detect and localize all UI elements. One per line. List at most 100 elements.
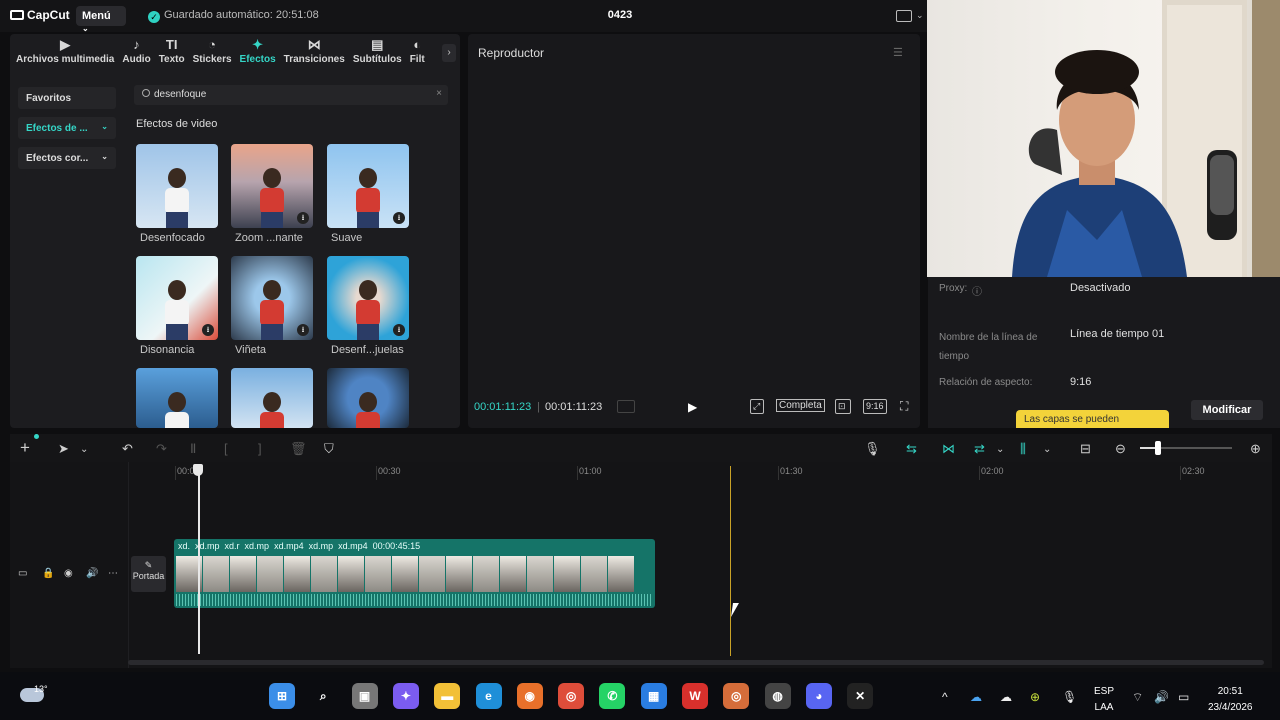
store-icon[interactable]: ▦ <box>640 683 667 709</box>
onedrive-icon[interactable]: ☁ <box>970 690 982 704</box>
cover-button[interactable]: ✎ Portada <box>131 556 166 592</box>
crop-icon[interactable]: ⤢ <box>750 399 764 414</box>
volume-icon[interactable]: 🔊 <box>1154 690 1169 704</box>
sidebar-item[interactable]: Efectos cor... ⌄ <box>18 147 116 169</box>
microphone-icon[interactable]: 🎙 <box>864 441 881 457</box>
task-view-icon[interactable]: ▣ <box>351 683 378 709</box>
add-track-icon[interactable]: + <box>20 438 30 458</box>
sidebar-item[interactable]: Favoritos <box>18 87 116 109</box>
split-right-icon[interactable]: ] <box>258 441 262 456</box>
discord-icon[interactable]: ◕ <box>805 683 832 709</box>
effect-thumbnail[interactable]: ⭳ <box>327 144 409 228</box>
split-icon[interactable]: Ⅱ <box>190 441 196 457</box>
modify-button[interactable]: Modificar <box>1191 400 1263 420</box>
effect-thumbnail[interactable] <box>327 368 409 428</box>
chevron-down-icon[interactable]: ⌄ <box>80 444 88 455</box>
tab-transitions[interactable]: ⋈ Transiciones <box>280 36 349 72</box>
effect-thumbnail[interactable]: ⭳ <box>136 256 218 340</box>
chevron-down-icon[interactable]: ⌄ <box>1043 444 1051 455</box>
player-menu-icon[interactable]: ☰ <box>893 46 903 59</box>
tab-text[interactable]: TI Texto <box>155 36 189 72</box>
audio-icon[interactable]: 🔊 <box>86 568 98 579</box>
track-select-icon[interactable]: ▭ <box>18 568 27 579</box>
layout-icon[interactable] <box>896 10 912 22</box>
full-quality-button[interactable]: Completa <box>776 399 825 412</box>
waveform-icon[interactable] <box>617 400 635 413</box>
zoom-slider-handle[interactable] <box>1155 441 1161 455</box>
magnet-icon[interactable]: ⋈ <box>942 441 955 457</box>
file-explorer-icon[interactable]: ▬ <box>434 683 461 709</box>
tab-sticker[interactable]: ◔ Stickers <box>189 36 236 72</box>
playhead[interactable] <box>198 466 200 654</box>
zoom-in-icon[interactable]: ⊕ <box>1250 441 1261 457</box>
select-tool-icon[interactable]: ➤ <box>58 441 69 457</box>
marker-icon[interactable]: ⛉ <box>324 441 334 457</box>
download-icon[interactable]: ⭳ <box>393 324 405 336</box>
info-icon[interactable]: ⓘ <box>972 283 982 298</box>
fullscreen-icon[interactable]: ⛶ <box>900 399 908 414</box>
whatsapp-icon[interactable]: ✆ <box>599 683 626 709</box>
caption-icon[interactable]: ⊟ <box>1080 441 1091 457</box>
sidebar-item[interactable]: Efectos de ... ⌄ <box>18 117 116 139</box>
copilot-icon[interactable]: ✦ <box>392 683 419 709</box>
delete-icon[interactable]: 🗑 <box>290 441 307 457</box>
effect-thumbnail[interactable]: ⭳ <box>231 256 313 340</box>
chevron-down-icon[interactable]: ⌄ <box>996 444 1004 455</box>
link-main-track-icon[interactable]: ⇆ <box>906 441 917 457</box>
cloud-sync-icon[interactable]: ☁ <box>1000 690 1012 704</box>
aspect-value[interactable]: 9:16 <box>1070 376 1091 388</box>
undo-icon[interactable]: ↶ <box>122 441 133 457</box>
tab-filters[interactable]: ◐ Filt <box>406 36 429 72</box>
clear-icon[interactable]: × <box>436 88 442 99</box>
eye-icon[interactable]: ◉ <box>64 568 73 579</box>
microphone-icon[interactable]: 🎙 <box>1062 690 1077 704</box>
battery-icon[interactable]: ▭ <box>1178 690 1189 704</box>
edge-icon[interactable]: e <box>475 683 502 709</box>
download-icon[interactable]: ⭳ <box>297 212 309 224</box>
play-icon[interactable]: ▶ <box>688 400 697 414</box>
timeline-name-value[interactable]: Línea de tiempo 01 <box>1070 328 1164 340</box>
effect-thumbnail[interactable] <box>136 368 218 428</box>
download-icon[interactable]: ⭳ <box>393 212 405 224</box>
redo-icon[interactable]: ↷ <box>156 441 167 457</box>
effect-thumbnail[interactable]: ⭳ <box>231 144 313 228</box>
search-input[interactable]: desenfoque × <box>134 85 448 105</box>
lock-icon[interactable]: 🔒 <box>42 568 54 579</box>
split-left-icon[interactable]: [ <box>224 441 228 456</box>
tab-subtitles[interactable]: ▤ Subtítulos <box>349 36 406 72</box>
horizontal-scrollbar[interactable] <box>128 660 1264 665</box>
firefox-icon[interactable]: ◉ <box>516 683 543 709</box>
clock[interactable]: 20:51 23/4/2026 <box>1208 684 1253 716</box>
capcut-icon[interactable]: ✕ <box>847 683 874 709</box>
windows-start-icon[interactable]: ⊞ <box>269 683 295 709</box>
chrome-profile-icon[interactable]: ◎ <box>723 683 750 709</box>
wps-icon[interactable]: W <box>682 683 708 709</box>
plus-app-icon[interactable]: ⊕ <box>1030 690 1040 704</box>
playhead-handle[interactable] <box>193 464 203 476</box>
search-icon[interactable]: ⌕ <box>310 683 336 709</box>
obs-icon[interactable]: ◍ <box>764 683 791 709</box>
menu-button[interactable]: Menú ⌄ <box>76 6 126 33</box>
preview-axis-icon[interactable]: ⫼ <box>1020 441 1026 457</box>
screenshot-icon[interactable]: ⊡ <box>835 399 851 414</box>
effect-thumbnail[interactable]: ⭳ <box>327 256 409 340</box>
zoom-out-icon[interactable]: ⊖ <box>1115 441 1126 457</box>
download-icon[interactable]: ⭳ <box>202 324 214 336</box>
chevron-up-icon[interactable]: ^ <box>942 690 948 704</box>
ratio-button[interactable]: 9:16 <box>863 399 887 414</box>
more-icon[interactable]: ⋯ <box>108 568 118 579</box>
tab-effects[interactable]: ✦ Efectos <box>236 36 280 72</box>
tabs-next-button[interactable]: › <box>442 44 456 62</box>
download-icon[interactable]: ⭳ <box>297 324 309 336</box>
effect-thumbnail[interactable] <box>231 368 313 428</box>
tab-audio[interactable]: ♪ Audio <box>118 36 154 72</box>
chrome-icon[interactable]: ◎ <box>558 683 585 709</box>
tab-media[interactable]: ▶ Archivos multimedia <box>12 36 118 72</box>
layout-dropdown-icon[interactable]: ⌄ <box>916 10 924 21</box>
proxy-value[interactable]: Desactivado <box>1070 282 1131 294</box>
wifi-icon[interactable]: ⌔ <box>1132 690 1143 705</box>
effect-thumbnail[interactable] <box>136 144 218 228</box>
project-title[interactable]: 0423 <box>590 9 650 21</box>
link-clips-icon[interactable]: ⇄ <box>974 441 985 457</box>
language-indicator[interactable]: ESP LAA <box>1094 684 1114 716</box>
